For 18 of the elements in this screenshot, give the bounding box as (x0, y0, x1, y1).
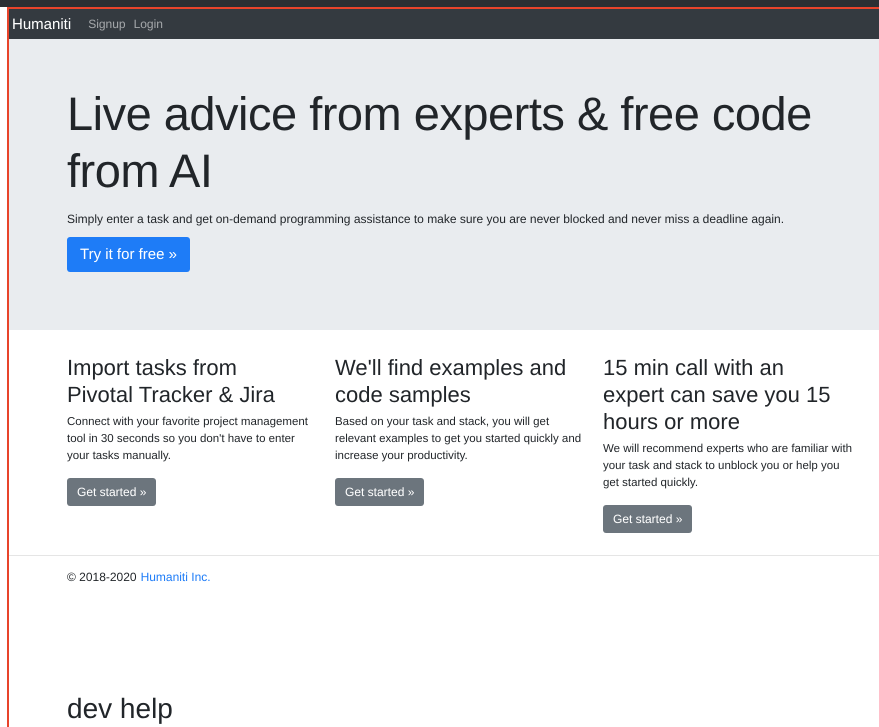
nav-link[interactable]: Signup (88, 17, 126, 31)
brand-link[interactable]: Humaniti (12, 16, 72, 32)
get-started-button[interactable]: Get started » (335, 478, 424, 506)
nav-link[interactable]: Login (134, 17, 163, 31)
copyright-text: © 2018-2020 (67, 570, 137, 584)
section-heading: dev help (67, 692, 174, 726)
hero-title: Live advice from experts & free code from AI (67, 86, 813, 199)
try-button[interactable]: Try it for free » (67, 237, 190, 272)
feature-title: We'll find examples and code samples (335, 354, 568, 408)
company-link[interactable]: Humaniti Inc. (140, 570, 211, 584)
feature-text: Based on your task and stack, you will get relevant examples to get you started quickly and increase your productivity. (335, 415, 582, 464)
feature-title: Import tasks from Pivotal Tracker & Jira (67, 354, 276, 408)
feature-title: 15 min call with an expert can save you 15 hours or more (603, 354, 832, 435)
feature-text: Connect with your favorite project management tool in 30 seconds so you don't have to enter your tasks manually. (67, 415, 309, 464)
hero-text: Simply enter a task and get on-demand programming assistance to make sure you are never blocked and never miss a deadline again. (67, 212, 786, 226)
get-started-button[interactable]: Get started » (603, 505, 692, 533)
get-started-button[interactable]: Get started » (67, 478, 156, 506)
feature-text: We will recommend experts who are familiar with your task and stack to unblock you or help you get started quickly. (603, 442, 853, 491)
